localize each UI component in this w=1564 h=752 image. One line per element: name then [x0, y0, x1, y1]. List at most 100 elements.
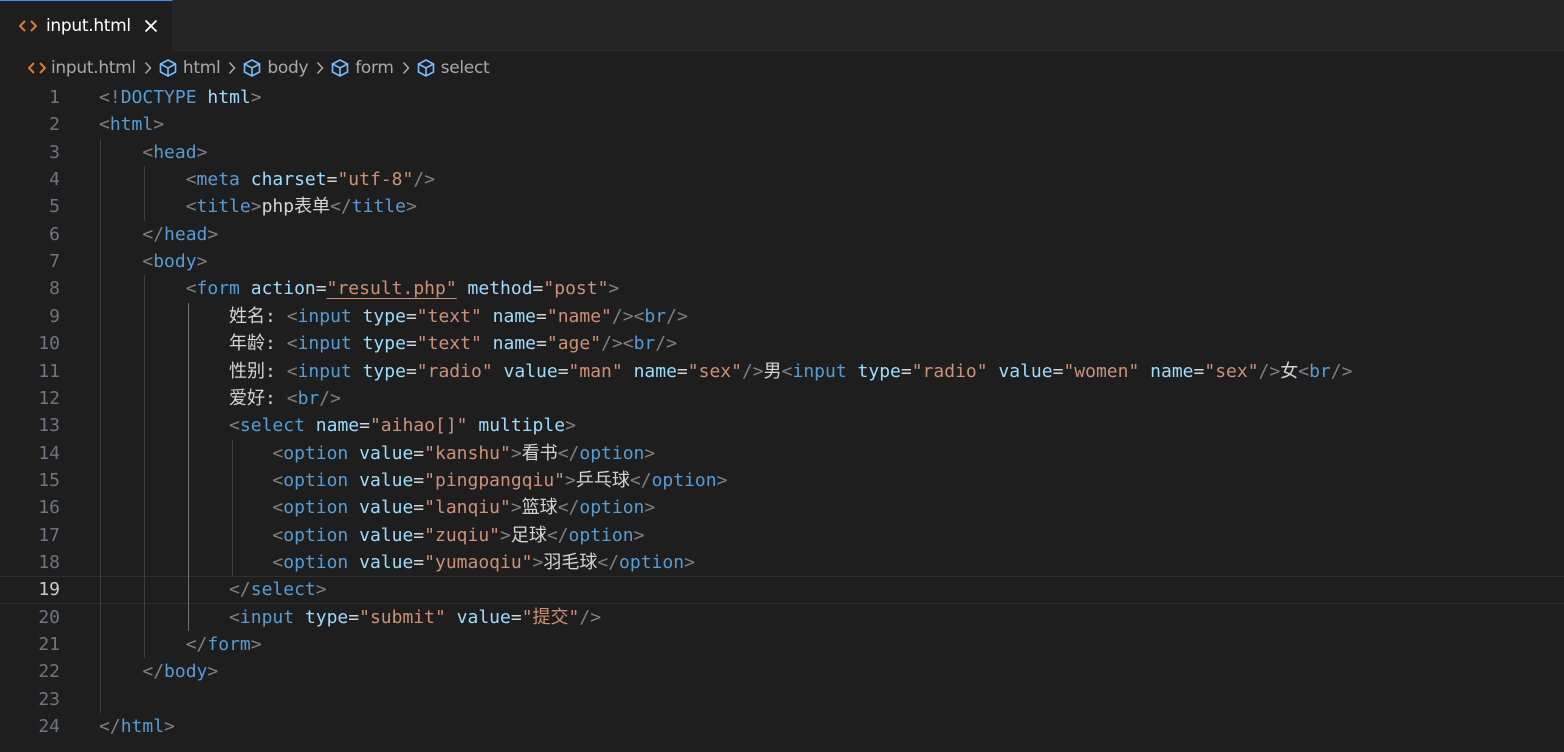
code-token: option — [283, 551, 349, 573]
code-token: action — [250, 278, 316, 300]
code-line[interactable]: 23 — [0, 686, 1564, 713]
code-token: title — [196, 196, 251, 218]
breadcrumb-item-form[interactable]: form — [330, 58, 394, 78]
chevron-right-icon — [144, 61, 152, 75]
code-line[interactable]: 13 <select name="aihao[]" multiple> — [0, 412, 1564, 439]
code-line[interactable]: 20 <input type="submit" value="提交"/> — [0, 604, 1564, 631]
code-line[interactable]: 19 </select> — [0, 576, 1564, 604]
breadcrumb-item-html[interactable]: html — [158, 58, 221, 78]
code-token: 篮球 — [521, 497, 558, 519]
code-line[interactable]: 16 <option value="lanqiu">篮球</option> — [0, 494, 1564, 521]
code-token: "name" — [546, 305, 612, 327]
code-token: = — [413, 524, 425, 546]
code-line[interactable]: 11 性别: <input type="radio" value="man" n… — [0, 358, 1564, 385]
breadcrumb-item-file[interactable]: input.html — [28, 58, 136, 78]
code-line[interactable]: 9 姓名: <input type="text" name="name"/><b… — [0, 303, 1564, 330]
code-token: 足球 — [510, 524, 547, 546]
code-token: /> — [1258, 360, 1281, 382]
code-token: type — [362, 333, 406, 355]
code-line[interactable]: 22 </body> — [0, 658, 1564, 685]
code-token: = — [532, 278, 544, 300]
code-token: < — [781, 360, 793, 382]
symbol-element-icon — [242, 58, 262, 78]
line-number: 24 — [38, 716, 60, 738]
code-token: = — [405, 360, 417, 382]
code-line[interactable]: 2 <html> — [0, 111, 1564, 138]
indent-guide — [188, 302, 189, 631]
code-line[interactable]: 24 </html> — [0, 713, 1564, 740]
code-token: = — [510, 606, 522, 628]
code-token: html — [109, 114, 154, 136]
code-line[interactable]: 21 </form> — [0, 631, 1564, 658]
code-token: value — [359, 469, 414, 491]
code-token: = — [413, 442, 425, 464]
code-line[interactable]: 7 <body> — [0, 248, 1564, 275]
code-token: "man" — [568, 360, 623, 382]
code-token: </ — [330, 196, 352, 218]
code-token: </ — [99, 716, 121, 738]
code-token: > — [250, 196, 262, 218]
code-line[interactable]: 17 <option value="zuqiu">足球</option> — [0, 522, 1564, 549]
code-editor[interactable]: 1 <!DOCTYPE html> 2 <html> 3 <head> 4 <meta c… — [0, 84, 1564, 752]
code-token: < — [185, 169, 197, 191]
line-number: 2 — [49, 114, 60, 136]
code-token: type — [362, 305, 406, 327]
tab-input-html[interactable]: input.html — [0, 0, 173, 51]
code-content: </form> — [99, 631, 262, 658]
code-token: />< — [601, 333, 634, 355]
code-token: < — [272, 524, 284, 546]
code-token: > — [315, 579, 327, 601]
code-token: = — [536, 333, 547, 355]
code-content: <select name="aihao[]" multiple> — [99, 412, 576, 439]
code-line[interactable]: 4 <meta charset="utf-8"/> — [0, 166, 1564, 193]
chevron-right-icon — [228, 61, 236, 75]
code-token: "text" — [416, 333, 482, 355]
code-line[interactable]: 14 <option value="kanshu">看书</option> — [0, 440, 1564, 467]
code-token: = — [1052, 360, 1064, 382]
code-token: 男 — [763, 360, 782, 382]
code-token: = — [536, 305, 547, 327]
code-token: type — [304, 606, 349, 628]
code-line[interactable]: 8 <form action="result.php" method="post… — [0, 275, 1564, 302]
code-line[interactable]: 12 爱好: <br/> — [0, 385, 1564, 412]
code-token: type — [362, 360, 406, 382]
code-token: "utf-8" — [337, 169, 414, 191]
code-line[interactable]: 3 <head> — [0, 139, 1564, 166]
breadcrumb-item-body[interactable]: body — [242, 58, 309, 78]
code-token: < — [286, 333, 298, 355]
code-line[interactable]: 10 年龄: <input type="text" name="age"/><b… — [0, 330, 1564, 357]
code-token: br — [297, 387, 320, 409]
symbol-element-icon — [158, 58, 178, 78]
line-number: 6 — [49, 223, 60, 245]
code-token: body — [164, 661, 208, 683]
code-token: "yumaoqiu" — [424, 551, 533, 573]
code-token: = — [900, 360, 912, 382]
code-content: <option value="lanqiu">篮球</option> — [99, 494, 655, 521]
code-token: "radio" — [416, 360, 493, 382]
code-line[interactable]: 5 <title>php表单</title> — [0, 193, 1564, 220]
breadcrumb-item-select[interactable]: select — [416, 58, 490, 78]
code-token: </ — [185, 634, 208, 655]
code-token: > — [565, 469, 576, 491]
code-token: /> — [319, 387, 341, 409]
code-line[interactable]: 15 <option value="pingpangqiu">乒乓球</opti… — [0, 467, 1564, 494]
code-token: /> — [579, 606, 602, 628]
code-token: < — [286, 360, 298, 382]
code-token: = — [405, 305, 417, 327]
code-token: br — [644, 305, 667, 327]
code-line[interactable]: 1 <!DOCTYPE html> — [0, 84, 1564, 111]
code-line[interactable]: 6 </head> — [0, 221, 1564, 248]
code-line[interactable]: 18 <option value="yumaoqiu">羽毛球</option> — [0, 549, 1564, 576]
close-icon[interactable] — [140, 15, 162, 37]
code-token: "result.php" — [326, 278, 457, 300]
code-token: > — [153, 114, 165, 136]
code-token: < — [142, 251, 154, 273]
code-token: method — [467, 278, 533, 300]
